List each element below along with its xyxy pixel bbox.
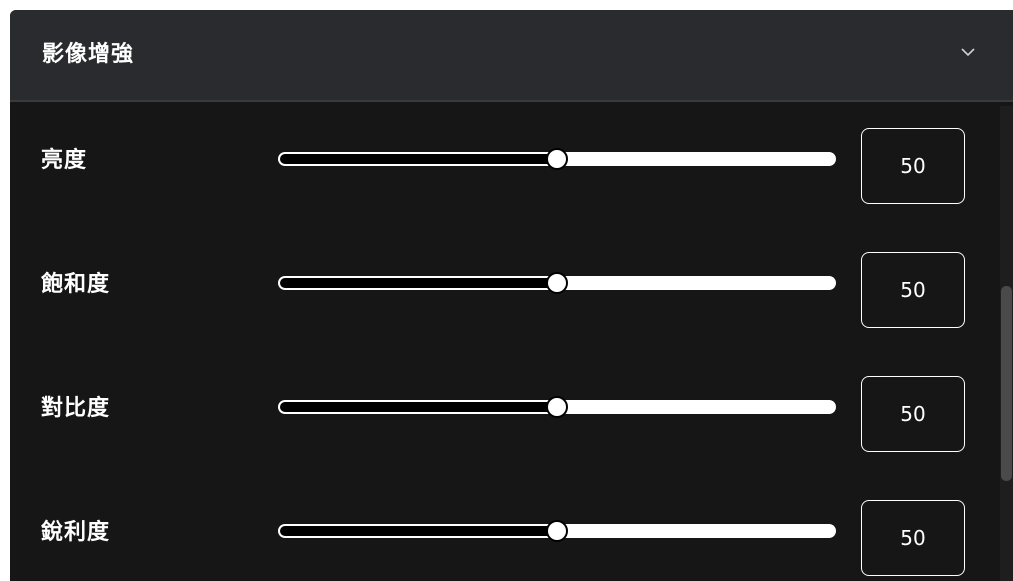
scrollbar[interactable] [1000, 106, 1013, 581]
slider-thumb[interactable] [546, 520, 568, 542]
value-input[interactable]: 50 [861, 376, 965, 452]
scrollbar-thumb[interactable] [1001, 286, 1012, 481]
saturation-slider[interactable] [278, 272, 838, 296]
slider-row-saturation: 飽和度 50 [10, 244, 1000, 328]
slider-row-sharpness: 銳利度 50 [10, 492, 1000, 576]
slider-label: 亮度 [41, 148, 88, 173]
slider-label: 對比度 [41, 396, 111, 421]
slider-thumb[interactable] [546, 148, 568, 170]
slider-track-filled [280, 526, 557, 536]
image-enhancement-panel: 影像增強 亮度 50 飽和度 50 對比度 50 銳利度 50 [10, 10, 1013, 581]
panel-header[interactable]: 影像增強 [10, 10, 1013, 102]
panel-title: 影像增強 [42, 42, 135, 67]
slider-label: 飽和度 [41, 272, 111, 297]
value-input[interactable]: 50 [861, 500, 965, 576]
sharpness-slider[interactable] [278, 520, 838, 544]
contrast-slider[interactable] [278, 396, 838, 420]
brightness-slider[interactable] [278, 148, 838, 172]
slider-label: 銳利度 [41, 520, 111, 545]
slider-thumb[interactable] [546, 272, 568, 294]
value-input[interactable]: 50 [861, 252, 965, 328]
slider-track-filled [280, 402, 557, 412]
slider-thumb[interactable] [546, 396, 568, 418]
chevron-down-icon[interactable] [960, 46, 976, 58]
slider-row-contrast: 對比度 50 [10, 368, 1000, 452]
value-input[interactable]: 50 [861, 128, 965, 204]
slider-track-filled [280, 278, 557, 288]
slider-track-filled [280, 154, 557, 164]
slider-row-brightness: 亮度 50 [10, 120, 1000, 204]
